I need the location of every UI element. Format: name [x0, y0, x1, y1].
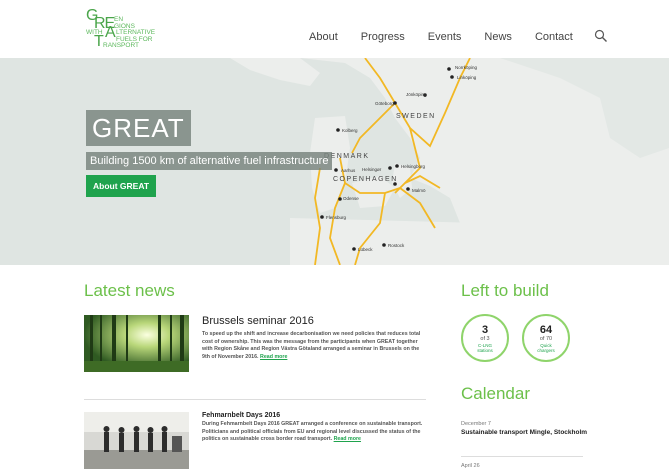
map-label-aarhus: Aarhus — [341, 168, 356, 173]
left-to-build-title: Left to build — [461, 281, 549, 300]
calendar-event-date: April 26 — [461, 463, 480, 469]
about-great-button[interactable]: About GREAT — [86, 175, 157, 197]
calendar-event-date: December 7 — [461, 421, 491, 427]
news-text: Fehmarnbelt Days 2016 During Fehmarnbelt… — [202, 412, 426, 444]
counter-number: 3 — [481, 324, 489, 336]
nav-contact[interactable]: Contact — [535, 31, 573, 43]
read-more-link[interactable]: Read more — [260, 354, 287, 360]
nav-news[interactable]: News — [484, 31, 512, 43]
map-label-norrkoping: Norrköping — [455, 65, 478, 70]
counter-of: of 3 — [480, 336, 490, 342]
news-body: To speed up the shift and increase decar… — [202, 331, 426, 361]
news-text: Brussels seminar 2016 To speed up the sh… — [202, 315, 426, 361]
site-header: G RE EN GIONS WITH A LTERNATIVE FUELS FO… — [0, 0, 669, 58]
search-icon[interactable] — [594, 29, 608, 43]
news-item: Fehmarnbelt Days 2016 During Fehmarnbelt… — [84, 412, 426, 471]
calendar-title: Calendar — [461, 384, 530, 403]
map-label-goteborg: Göteborg — [375, 101, 394, 106]
map-label-odense: Odense — [343, 196, 359, 201]
logo-letter-t: T — [94, 33, 104, 50]
map-label-lubeck: Lübeck — [358, 247, 373, 252]
logo-letter-a: A — [105, 24, 116, 41]
news-body-text: During Fehmarnbelt Days 2016 GREAT arran… — [202, 421, 423, 443]
great-logo[interactable]: G RE EN GIONS WITH A LTERNATIVE FUELS FO… — [86, 7, 176, 50]
forest-image — [84, 315, 189, 372]
logo-text-lternative: LTERNATIVE — [116, 29, 156, 36]
counter-label: stations — [477, 348, 493, 353]
hero-title: GREAT — [86, 110, 191, 146]
map-label-rostock: Rostock — [388, 243, 405, 248]
map-label-linkoping: Linköping — [457, 75, 477, 80]
news-image-conference[interactable] — [84, 412, 189, 469]
news-item: Brussels seminar 2016 To speed up the sh… — [84, 315, 426, 385]
news-headline[interactable]: Fehmarnbelt Days 2016 — [202, 412, 426, 419]
map-label-flensburg: Flensburg — [326, 215, 347, 220]
map-label-kolberg: Kolberg — [342, 128, 358, 133]
news-headline[interactable]: Brussels seminar 2016 — [202, 315, 426, 327]
map-label-copenhagen: COPENHAGEN — [333, 176, 398, 183]
counter-number: 64 — [539, 324, 553, 336]
calendar-event-title[interactable]: Sustainable transport Mingle, Stockholm — [461, 429, 601, 438]
map-label-malmo: Malmö — [412, 188, 426, 193]
read-more-link[interactable]: Read more — [334, 436, 361, 442]
main-nav: About Progress Events News Contact — [309, 31, 596, 43]
nav-events[interactable]: Events — [428, 31, 462, 43]
counter-of: of 70 — [539, 336, 553, 342]
map-label-helsingor: Helsingør — [362, 167, 382, 172]
counter-label: chargers — [537, 348, 555, 353]
nav-about[interactable]: About — [309, 31, 338, 43]
news-image-forest[interactable] — [84, 315, 189, 372]
news-body-text: To speed up the shift and increase decar… — [202, 331, 421, 360]
conference-image — [84, 412, 189, 469]
hero-subtitle: Building 1500 km of alternative fuel inf… — [86, 152, 333, 170]
map-label-sweden: SWEDEN — [396, 113, 436, 120]
counter-quick-chargers: 64 of 70 Quick chargers — [522, 314, 570, 362]
logo-text-ransport: RANSPORT — [103, 42, 139, 49]
latest-news-title: Latest news — [84, 281, 175, 300]
counter-clng-stations: 3 of 3 C-LNG stations — [461, 314, 509, 362]
logo-text-en: EN — [114, 16, 124, 23]
news-body: During Fehmarnbelt Days 2016 GREAT arran… — [202, 421, 426, 444]
nav-progress[interactable]: Progress — [361, 31, 405, 43]
map-label-jonkoping: Jönköping — [406, 92, 427, 97]
calendar-divider — [461, 456, 583, 457]
map-label-helsingborg: Helsingborg — [401, 164, 426, 169]
news-divider — [84, 399, 426, 400]
